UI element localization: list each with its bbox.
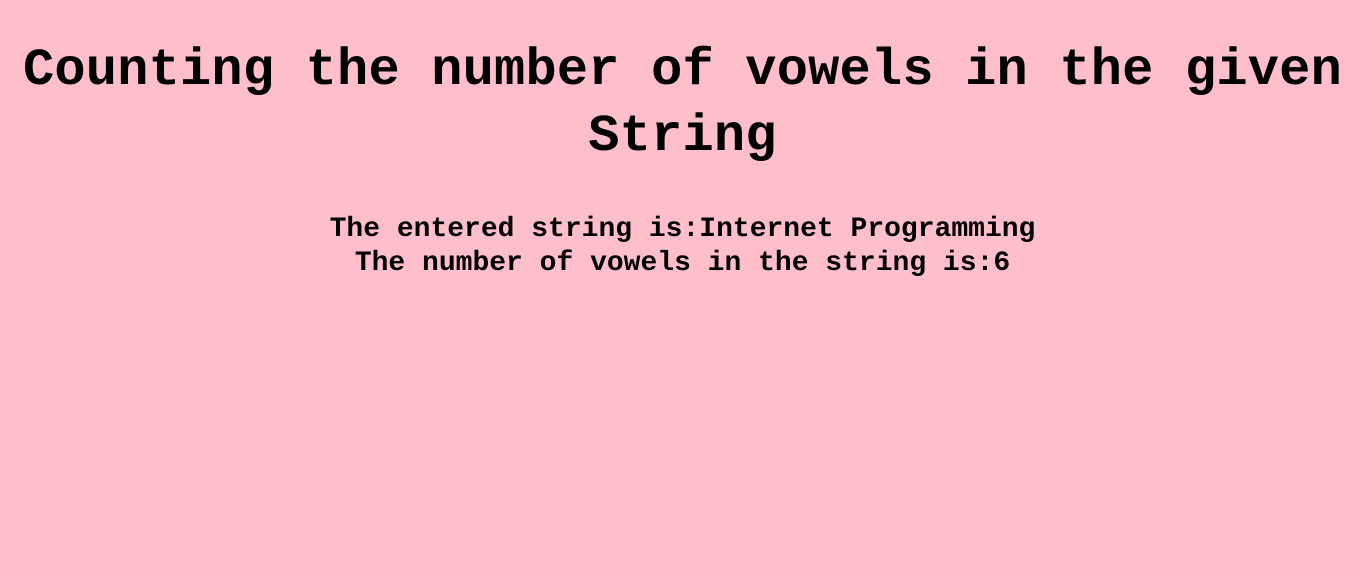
- page-content: Counting the number of vowels in the giv…: [0, 0, 1365, 579]
- page-title: Counting the number of vowels in the giv…: [22, 41, 1342, 166]
- entered-string-value: Internet Programming: [699, 214, 1036, 245]
- result-output: The entered string is:Internet Programmi…: [0, 213, 1365, 281]
- entered-string-line: The entered string is:Internet Programmi…: [0, 213, 1365, 247]
- vowel-count-line: The number of vowels in the string is:6: [0, 247, 1365, 281]
- entered-string-label: The entered string is:: [329, 214, 700, 245]
- vowel-count-value: 6: [993, 248, 1011, 279]
- vowel-count-label: The number of vowels in the string is:: [354, 248, 994, 279]
